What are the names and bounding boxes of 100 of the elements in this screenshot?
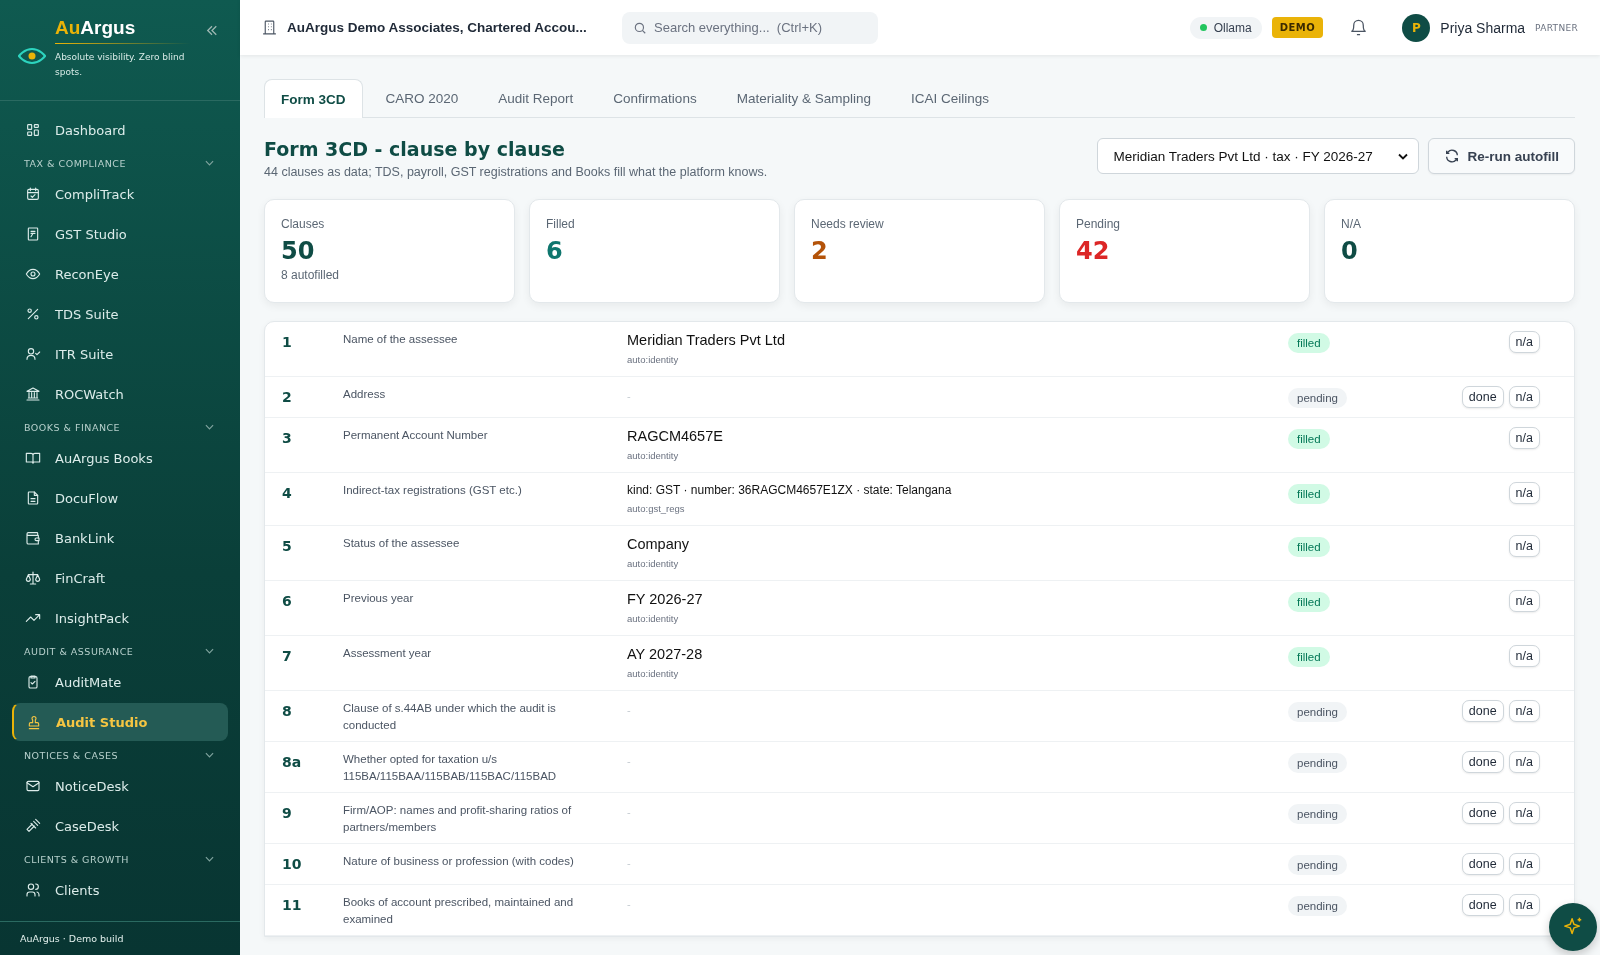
calendar-icon: [25, 186, 41, 202]
nav-item[interactable]: ITR Suite: [12, 335, 228, 373]
section-heading: NOTICES & CASES: [24, 749, 118, 761]
source-tag: auto:identity: [627, 558, 1288, 569]
clause-value: -: [627, 805, 632, 818]
chevron-icon[interactable]: [205, 424, 214, 430]
source-tag: auto:identity: [627, 354, 1288, 365]
tab[interactable]: ICAI Ceilings: [893, 79, 1006, 117]
source-tag: auto:gst_regs: [627, 503, 1288, 514]
action-button[interactable]: n/a: [1508, 331, 1540, 353]
chevron-icon[interactable]: [205, 752, 214, 758]
assistant-button[interactable]: [1549, 903, 1597, 951]
action-button[interactable]: n/a: [1508, 590, 1540, 612]
document-icon: [25, 490, 41, 506]
eye-icon: [25, 266, 41, 282]
tab[interactable]: Form 3CD: [264, 79, 363, 118]
nav-item[interactable]: Audit Studio: [12, 703, 228, 741]
source-tag: auto:identity: [627, 613, 1288, 624]
nav-item[interactable]: Dashboard: [12, 111, 228, 149]
collapse-icon[interactable]: [206, 25, 218, 36]
nav-item[interactable]: ReconEye: [12, 255, 228, 293]
search-icon: [633, 20, 647, 35]
nav-item[interactable]: FinCraft: [12, 559, 228, 597]
nav-item[interactable]: DocuFlow: [12, 479, 228, 517]
nav-item[interactable]: CaseDesk: [12, 807, 228, 845]
action-button[interactable]: n/a: [1508, 802, 1540, 824]
clause-value: -: [627, 754, 632, 767]
action-button[interactable]: n/a: [1508, 482, 1540, 504]
action-button[interactable]: done: [1461, 802, 1504, 824]
clause-number: 10: [281, 855, 303, 872]
clause-value: -: [627, 703, 632, 716]
percent-icon: [25, 306, 41, 322]
nav-item[interactable]: GST Studio: [12, 215, 228, 253]
nav-item[interactable]: CompliTrack: [12, 175, 228, 213]
action-button[interactable]: n/a: [1508, 535, 1540, 557]
action-button[interactable]: done: [1461, 853, 1504, 875]
notification-bell-icon[interactable]: [1349, 18, 1369, 37]
tab[interactable]: CARO 2020: [368, 79, 476, 117]
nav-item[interactable]: BankLink: [12, 519, 228, 557]
action-button[interactable]: n/a: [1508, 386, 1540, 408]
clause-number: 2: [281, 388, 293, 405]
user-role: PARTNER: [1535, 22, 1578, 33]
clause-value: RAGCM4657E: [627, 427, 724, 444]
nav-item[interactable]: AuditMate: [12, 663, 228, 701]
stat-value: 6: [546, 237, 564, 265]
mail-icon: [25, 778, 41, 794]
status-chip: filled: [1288, 429, 1330, 449]
users-icon: [25, 882, 41, 898]
engagement-select[interactable]: Meridian Traders Pvt Ltd · tax · FY 2026-27: [1096, 138, 1419, 174]
nav-item[interactable]: Clients: [12, 871, 228, 909]
refresh-icon: [1443, 148, 1460, 164]
clause-title: Indirect-tax registrations (GST etc.): [343, 483, 523, 498]
user-name: Priya Sharma: [1440, 19, 1526, 36]
stat-label: Filled: [546, 217, 576, 231]
nav-item[interactable]: InsightPack: [12, 599, 228, 637]
dropdown-caret-icon: [1397, 152, 1408, 160]
search-field[interactable]: Search everything... (Ctrl+K): [622, 11, 878, 44]
action-button[interactable]: n/a: [1508, 427, 1540, 449]
action-button[interactable]: done: [1461, 700, 1504, 722]
clause-number: 8a: [281, 753, 303, 770]
source-tag: auto:identity: [627, 668, 1288, 679]
clause-title: Name of the assessee: [343, 332, 459, 347]
nav-item[interactable]: ROCWatch: [12, 375, 228, 413]
action-button[interactable]: done: [1461, 751, 1504, 773]
action-button[interactable]: done: [1461, 894, 1504, 916]
chevron-icon[interactable]: [205, 160, 214, 166]
stat-value: 42: [1076, 237, 1111, 265]
action-button[interactable]: n/a: [1508, 751, 1540, 773]
nav-item[interactable]: AuArgus Books: [12, 439, 228, 477]
tab[interactable]: Materiality & Sampling: [719, 79, 888, 117]
clause-number: 6: [281, 592, 293, 609]
clause-number: 8: [281, 702, 293, 719]
brand-tagline: Absolute visibility. Zero blind spots.: [55, 51, 186, 79]
nav-item[interactable]: TDS Suite: [12, 295, 228, 333]
clause-title: Nature of business or profession (with codes): [343, 854, 575, 869]
clause-value: -: [627, 897, 632, 910]
rerun-autofill-button[interactable]: Re-run autofill: [1427, 138, 1575, 174]
clause-value: AY 2027-28: [627, 645, 704, 662]
clause-title: Assessment year: [343, 646, 433, 661]
firm-name: AuArgus Demo Associates, Chartered Accou...: [287, 20, 588, 35]
chevron-icon[interactable]: [205, 856, 214, 862]
tab[interactable]: Audit Report: [481, 79, 591, 117]
status-chip: filled: [1288, 592, 1330, 612]
action-button[interactable]: n/a: [1508, 645, 1540, 667]
clause-number: 5: [281, 537, 293, 554]
status-chip: filled: [1288, 647, 1330, 667]
source-tag: auto:identity: [627, 450, 1288, 461]
clause-number: 3: [281, 429, 293, 446]
action-button[interactable]: n/a: [1508, 894, 1540, 916]
grid-icon: [25, 122, 41, 138]
tab[interactable]: Confirmations: [596, 79, 714, 117]
action-button[interactable]: n/a: [1508, 853, 1540, 875]
nav-item[interactable]: NoticeDesk: [12, 767, 228, 805]
action-button[interactable]: n/a: [1508, 700, 1540, 722]
clause-title: Permanent Account Number: [343, 428, 489, 443]
action-button[interactable]: done: [1461, 386, 1504, 408]
user-avatar[interactable]: P: [1402, 13, 1431, 42]
clause-title: Whether opted for taxation u/s 115BA/115BAA/115BAB/115BAC/115BAD: [343, 752, 558, 784]
status-chip: pending: [1288, 804, 1347, 824]
chevron-icon[interactable]: [205, 648, 214, 654]
